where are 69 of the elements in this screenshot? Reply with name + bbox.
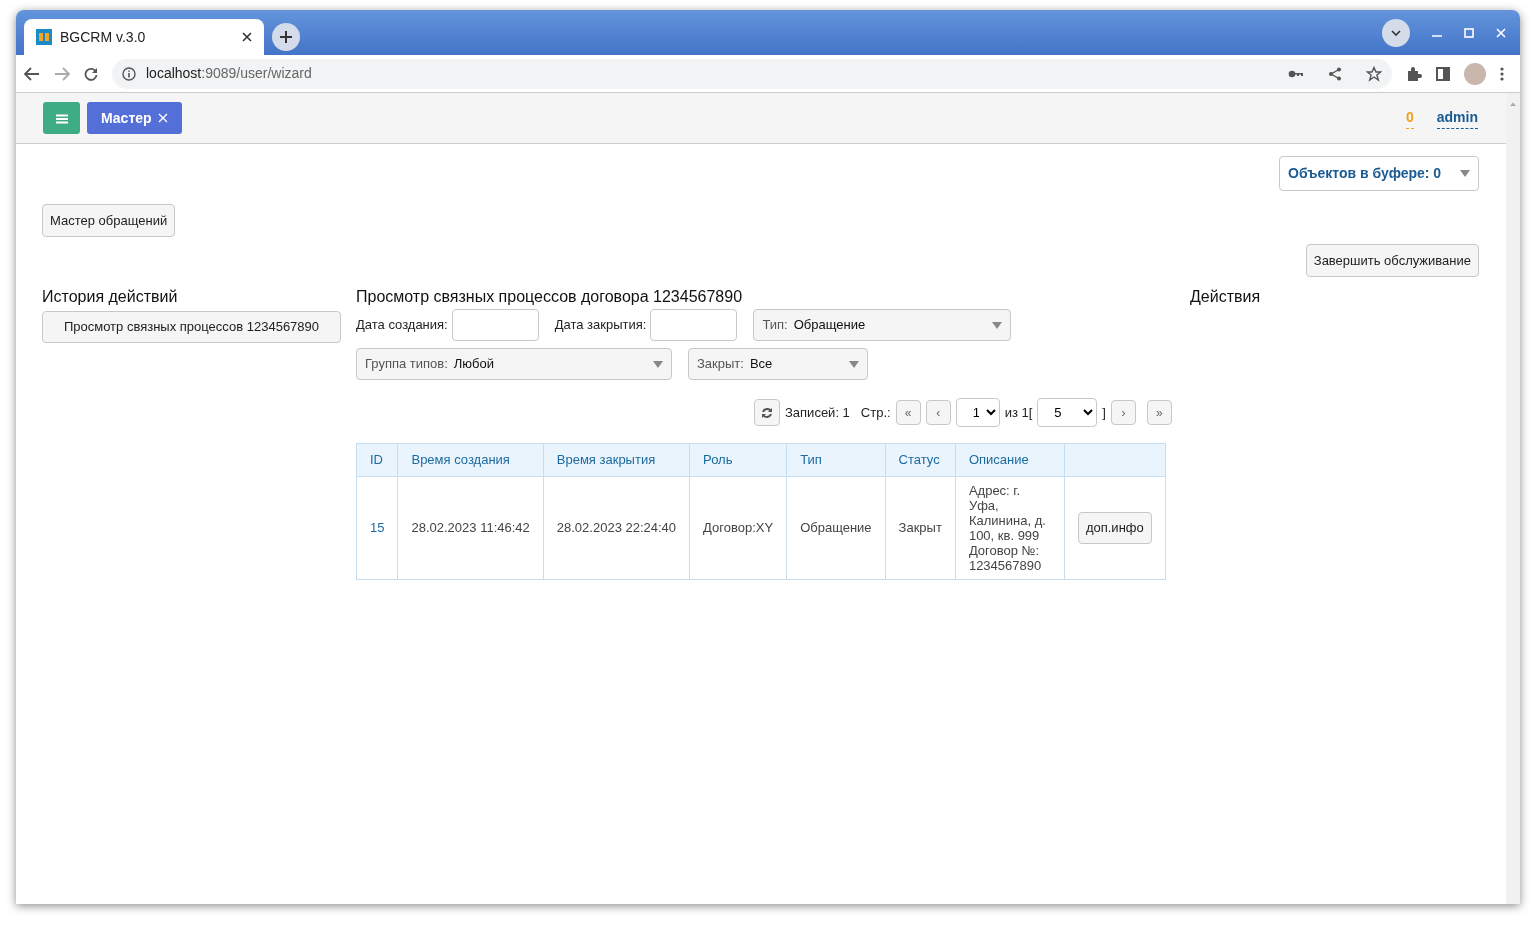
key-icon[interactable] xyxy=(1288,68,1304,79)
column-header: Тип xyxy=(786,443,886,476)
reload-icon[interactable] xyxy=(84,66,98,81)
info-button[interactable]: доп.инфо xyxy=(1077,511,1152,544)
description-text: Договор №: 1234567890 xyxy=(968,542,1043,573)
menu-button[interactable] xyxy=(43,102,80,134)
page-size-select[interactable]: 5 xyxy=(1037,398,1098,427)
type-select[interactable]: Группа типов: Любой xyxy=(356,348,672,380)
chevron-icon xyxy=(1391,29,1401,36)
table-cell: 28.02.2023 22:24:40 xyxy=(543,476,690,579)
table-cell: Обращение xyxy=(786,476,886,579)
history-button[interactable]: Просмотр связных процессов 1234567890 xyxy=(42,311,341,343)
refresh-button[interactable] xyxy=(754,399,780,426)
table-cell: Договор:XY xyxy=(689,476,787,579)
table-cell: Закрыт xyxy=(885,476,956,579)
buffer-label: Объектов в буфере: 0 xyxy=(1288,164,1442,183)
more-icon[interactable] xyxy=(1500,66,1504,81)
user-link[interactable]: admin xyxy=(1436,107,1478,129)
url-text: localhost:9089/user/wizard xyxy=(146,64,312,83)
column-header: ID xyxy=(356,443,398,476)
browser-tab[interactable]: BGCRM v.3.0 xyxy=(24,19,264,55)
table-cell: 15 xyxy=(356,476,398,579)
side-panel-icon[interactable] xyxy=(1436,66,1450,81)
filter-label: Дата создания: xyxy=(356,316,448,335)
address-bar[interactable]: localhost:9089/user/wizard xyxy=(112,58,1392,89)
wizard-button[interactable]: Мастер обращений xyxy=(42,204,176,237)
column-header: Роль xyxy=(689,443,787,476)
column-header: Статус xyxy=(885,443,956,476)
finish-button[interactable]: Завершить обслуживание xyxy=(1305,244,1479,277)
records-count: Записей: 1 xyxy=(785,403,850,422)
description-text: Адрес: г. Уфа, Калинина, д. 100, кв. 999 xyxy=(968,482,1047,543)
first-page-button[interactable]: « xyxy=(895,400,921,425)
star-icon[interactable] xyxy=(1366,65,1382,82)
next-page-button[interactable]: › xyxy=(1110,400,1136,425)
bracket-text: ] xyxy=(1102,403,1106,422)
new-tab-button[interactable] xyxy=(272,23,300,51)
date-field[interactable] xyxy=(650,309,738,341)
menu-icon xyxy=(55,113,68,124)
type-select[interactable]: Тип: Обращение xyxy=(753,309,1012,341)
section-title: Действия xyxy=(1190,287,1261,307)
date-field[interactable] xyxy=(451,309,539,341)
filter-label: Дата закрытия: xyxy=(554,316,647,335)
puzzle-icon[interactable] xyxy=(1406,65,1422,82)
tab-search-button[interactable] xyxy=(1382,18,1410,47)
forward-icon[interactable] xyxy=(54,66,70,81)
table-cell: 28.02.2023 11:46:42 xyxy=(397,476,544,579)
page-total: из 1[ xyxy=(1004,403,1033,422)
maximize-icon[interactable] xyxy=(1464,27,1474,38)
section-title: История действий xyxy=(42,287,179,307)
section-title: Просмотр связных процессов договора 1234567890 xyxy=(356,287,744,307)
refresh-icon xyxy=(761,407,773,420)
workspace-tab[interactable]: Мастер xyxy=(87,102,182,134)
share-icon[interactable] xyxy=(1328,66,1342,81)
column-header: Время создания xyxy=(397,443,544,476)
last-page-button[interactable]: » xyxy=(1146,400,1172,425)
plus-icon xyxy=(279,30,293,44)
column-header: Время закрытия xyxy=(543,443,690,476)
tab-title: BGCRM v.3.0 xyxy=(60,27,146,47)
buffer-dropdown[interactable]: Объектов в буфере: 0 xyxy=(1279,156,1479,191)
page-select[interactable]: 1 xyxy=(955,398,1000,427)
type-select[interactable]: Закрыт: Все xyxy=(688,348,868,380)
scrollbar[interactable] xyxy=(1506,93,1520,904)
back-icon[interactable] xyxy=(24,66,40,81)
previous-page-button[interactable]: ‹ xyxy=(925,400,951,425)
close-icon[interactable] xyxy=(242,32,252,42)
info-icon xyxy=(122,66,136,81)
caret-icon xyxy=(1460,170,1470,177)
column-header: Описание xyxy=(955,443,1065,476)
page-label: Стр.: xyxy=(860,403,891,422)
